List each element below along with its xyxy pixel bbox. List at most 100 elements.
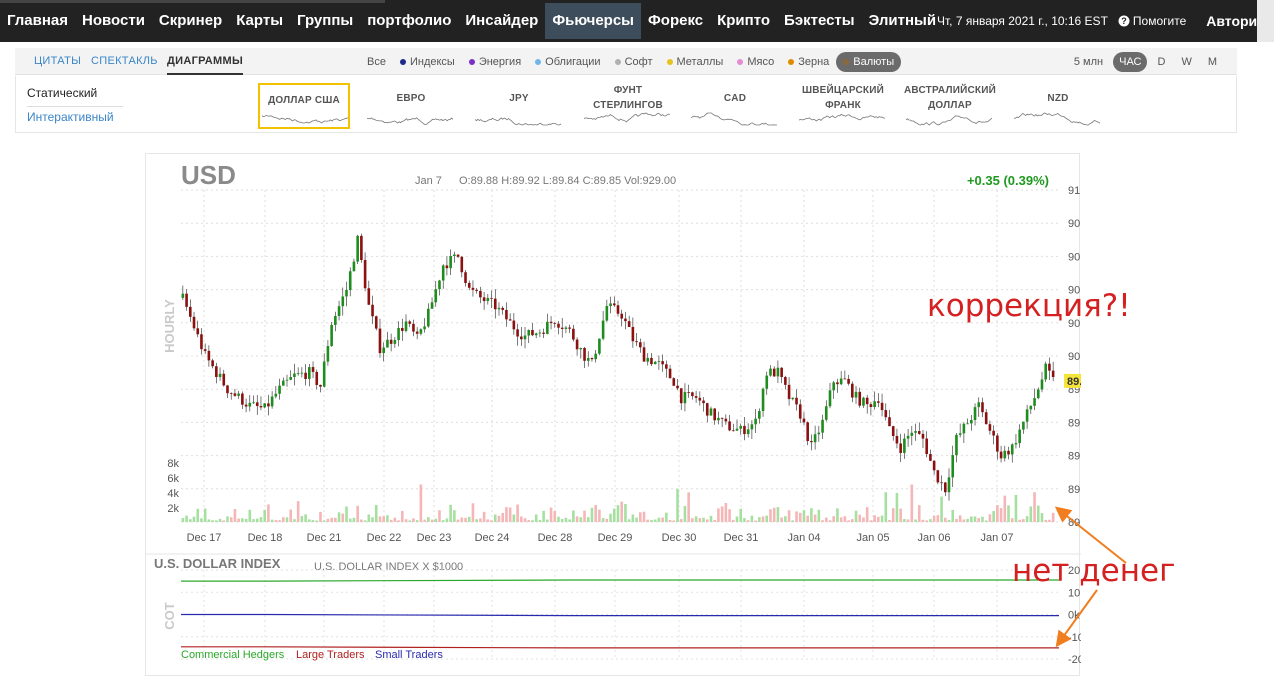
tab-quotes[interactable]: ЦИТАТЫ bbox=[34, 48, 81, 75]
volume-bar bbox=[873, 515, 876, 522]
nav-insider[interactable]: Инсайдер bbox=[458, 3, 545, 39]
candle bbox=[713, 408, 716, 421]
volume-bar bbox=[427, 517, 430, 522]
filter-label: Энергия bbox=[478, 55, 522, 68]
tab-charts[interactable]: ДИАГРАММЫ bbox=[167, 48, 244, 75]
currency-3[interactable]: ФУНТ СТЕРЛИНГОВ bbox=[582, 83, 674, 129]
x-tick-label: Dec 29 bbox=[598, 532, 633, 544]
nav-elite[interactable]: Элитный bbox=[862, 3, 944, 39]
candle bbox=[263, 403, 266, 408]
volume-bar bbox=[616, 505, 620, 522]
volume-bar bbox=[334, 517, 337, 522]
candle bbox=[899, 443, 902, 453]
candle bbox=[520, 336, 523, 340]
volume-bar bbox=[386, 515, 389, 522]
candle bbox=[743, 425, 746, 435]
currency-0[interactable]: ДОЛЛАР США bbox=[258, 83, 350, 129]
volume-bars bbox=[181, 484, 1055, 522]
candle bbox=[207, 350, 211, 361]
volume-bar bbox=[293, 519, 296, 522]
candle bbox=[549, 321, 553, 324]
volume-bar bbox=[880, 515, 884, 522]
filter-5[interactable]: Металлы bbox=[660, 52, 731, 72]
currency-7[interactable]: NZD bbox=[1012, 83, 1104, 129]
candles bbox=[181, 233, 1055, 501]
filter-dot-icon bbox=[737, 58, 744, 65]
candle bbox=[612, 303, 616, 306]
volume-bar bbox=[821, 520, 824, 522]
nav-crypto[interactable]: Крипто bbox=[710, 3, 777, 39]
volume-bar bbox=[962, 519, 966, 522]
candle bbox=[839, 378, 843, 385]
tab-performance[interactable]: СПЕКТАКЛЬ bbox=[91, 48, 158, 75]
nav-futures[interactable]: Фьючерсы bbox=[545, 3, 641, 39]
nav-backtests[interactable]: Бэктесты bbox=[777, 3, 862, 39]
period-0[interactable]: 5 млн bbox=[1068, 52, 1109, 72]
volume-bar bbox=[776, 507, 780, 522]
mode-interactive[interactable]: Интерактивный bbox=[27, 110, 114, 124]
candle bbox=[947, 477, 951, 493]
volume-bar bbox=[877, 516, 880, 522]
help-link[interactable]: ? Помогите bbox=[1112, 14, 1192, 28]
mode-static[interactable]: Статический bbox=[27, 86, 97, 100]
cot-side-label: COT bbox=[162, 602, 177, 630]
volume-bar bbox=[620, 501, 624, 522]
candle bbox=[940, 482, 943, 484]
volume-bar bbox=[698, 518, 702, 522]
nav-maps[interactable]: Карты bbox=[229, 3, 290, 39]
nav-news[interactable]: Новости bbox=[75, 3, 152, 39]
volume-bar bbox=[836, 508, 839, 522]
candle bbox=[241, 393, 244, 405]
candle bbox=[490, 297, 493, 299]
nav-home[interactable]: Главная bbox=[0, 3, 75, 39]
nav-screener[interactable]: Скринер bbox=[152, 3, 229, 39]
currency-4[interactable]: CAD bbox=[689, 83, 781, 129]
volume-bar bbox=[739, 508, 743, 522]
candle bbox=[493, 298, 497, 310]
x-tick-label: Dec 21 bbox=[307, 532, 342, 544]
nav-forex[interactable]: Форекс bbox=[641, 3, 710, 39]
period-3[interactable]: W bbox=[1175, 52, 1197, 72]
candle bbox=[348, 271, 352, 291]
currency-1[interactable]: ЕВРО bbox=[365, 83, 457, 129]
nav-groups[interactable]: Группы bbox=[290, 3, 360, 39]
volume-bar bbox=[200, 518, 203, 522]
candle bbox=[936, 470, 940, 483]
volume-bar bbox=[434, 518, 438, 522]
volume-bar bbox=[252, 519, 255, 522]
volume-bar bbox=[308, 519, 311, 522]
volume-bar bbox=[400, 510, 404, 522]
filter-8[interactable]: Валюты bbox=[836, 51, 902, 72]
currency-5[interactable]: ШВЕЙЦАРСКИЙ ФРАНК bbox=[797, 83, 889, 129]
candle bbox=[244, 404, 248, 407]
volume-bar bbox=[192, 516, 196, 522]
sparkline-icon bbox=[475, 117, 561, 126]
currency-2[interactable]: JPY bbox=[473, 83, 565, 129]
cot-subtitle: U.S. DOLLAR INDEX X $1000 bbox=[314, 561, 463, 573]
period-2[interactable]: D bbox=[1151, 52, 1171, 72]
filter-3[interactable]: Облигации bbox=[528, 52, 607, 72]
candle bbox=[973, 407, 977, 420]
volume-bar bbox=[906, 519, 910, 522]
candle bbox=[467, 282, 471, 288]
filter-6[interactable]: Мясо bbox=[730, 52, 781, 72]
filter-0[interactable]: Все bbox=[360, 52, 393, 72]
volume-bar bbox=[847, 520, 850, 522]
filter-2[interactable]: Энергия bbox=[462, 52, 528, 72]
filter-label: Все bbox=[367, 55, 386, 68]
filter-4[interactable]: Софт bbox=[608, 52, 660, 72]
volume-bar bbox=[958, 515, 962, 522]
currency-label: ЕВРО bbox=[396, 92, 426, 104]
candle bbox=[806, 422, 809, 442]
period-4[interactable]: M bbox=[1202, 52, 1223, 72]
currency-6[interactable]: АВСТРАЛИЙСКИЙ ДОЛЛАР bbox=[904, 83, 996, 129]
volume-bar bbox=[966, 518, 969, 522]
candle bbox=[992, 430, 995, 436]
volume-bar bbox=[646, 519, 650, 522]
x-tick-label: Dec 30 bbox=[662, 532, 697, 544]
volume-bar bbox=[598, 509, 601, 522]
nav-portfolio[interactable]: портфолио bbox=[360, 3, 458, 39]
filter-1[interactable]: Индексы bbox=[393, 52, 462, 72]
filter-7[interactable]: Зерна bbox=[781, 52, 836, 72]
period-1[interactable]: ЧАС bbox=[1113, 51, 1148, 72]
